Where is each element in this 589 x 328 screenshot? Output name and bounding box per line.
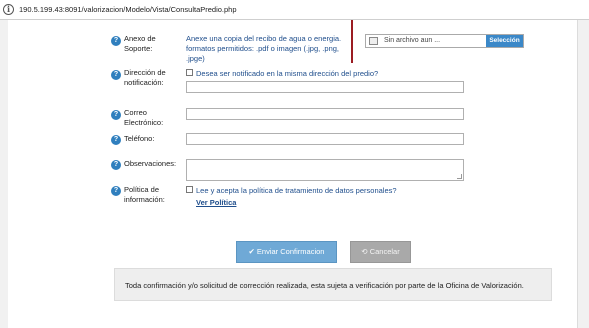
help-icon[interactable]: ? [111, 135, 121, 145]
divider [351, 20, 353, 63]
correo-label: Correo Electrónico: [124, 108, 164, 127]
undo-icon: ⟲ [361, 247, 368, 256]
help-icon[interactable]: ? [111, 186, 121, 196]
same-address-checkbox[interactable] [186, 69, 193, 76]
politica-label: Política de información: [124, 185, 165, 204]
submit-button[interactable]: ✔ Enviar Confirmacion [236, 241, 337, 263]
email-field[interactable] [186, 108, 464, 120]
select-file-button[interactable]: Selección [486, 35, 523, 47]
scrollbar[interactable] [577, 20, 589, 328]
observaciones-label: Observaciones: [124, 159, 177, 168]
direccion-label: Dirección de notificación: [124, 68, 166, 87]
resize-grip-icon[interactable] [457, 174, 462, 179]
help-icon[interactable]: ? [111, 36, 121, 46]
direccion-input[interactable] [186, 81, 464, 93]
address-bar[interactable]: 190.5.199.43:8091/valorizacion/Modelo/Vi… [0, 0, 589, 20]
left-margin [0, 20, 8, 328]
observaciones-textarea[interactable] [186, 159, 464, 181]
cancel-button[interactable]: ⟲ Cancelar [350, 241, 411, 263]
telefono-label: Teléfono: [124, 134, 155, 143]
file-placeholder: Sin archivo aun ... [384, 37, 441, 44]
anexo-label: Anexo de Soporte: [124, 34, 156, 53]
same-address-checkbox-label: Desea ser notificado en la misma direcci… [196, 69, 379, 78]
policy-checkbox[interactable] [186, 186, 193, 193]
file-upload-field[interactable]: Sin archivo aun ... Selección [365, 34, 524, 48]
check-icon: ✔ [248, 247, 255, 256]
telefono-input[interactable] [186, 133, 464, 145]
cancel-label: Cancelar [369, 247, 400, 256]
notice-box: Toda confirmación y/o solicitud de corre… [114, 268, 552, 301]
view-policy-link[interactable]: Ver Política [196, 198, 236, 207]
notice-text: Toda confirmación y/o solicitud de corre… [125, 281, 524, 290]
help-icon[interactable]: ? [111, 70, 121, 80]
file-icon [369, 37, 378, 45]
policy-checkbox-label: Lee y acepta la política de tratamiento … [196, 186, 397, 195]
url-text[interactable]: 190.5.199.43:8091/valorizacion/Modelo/Vi… [19, 5, 237, 14]
submit-label: Enviar Confirmacion [256, 247, 325, 256]
help-icon[interactable]: ? [111, 160, 121, 170]
anexo-instructions: Anexe una copia del recibo de agua o ene… [186, 34, 342, 63]
help-icon[interactable]: ? [111, 110, 121, 120]
site-info-icon[interactable] [3, 4, 14, 15]
